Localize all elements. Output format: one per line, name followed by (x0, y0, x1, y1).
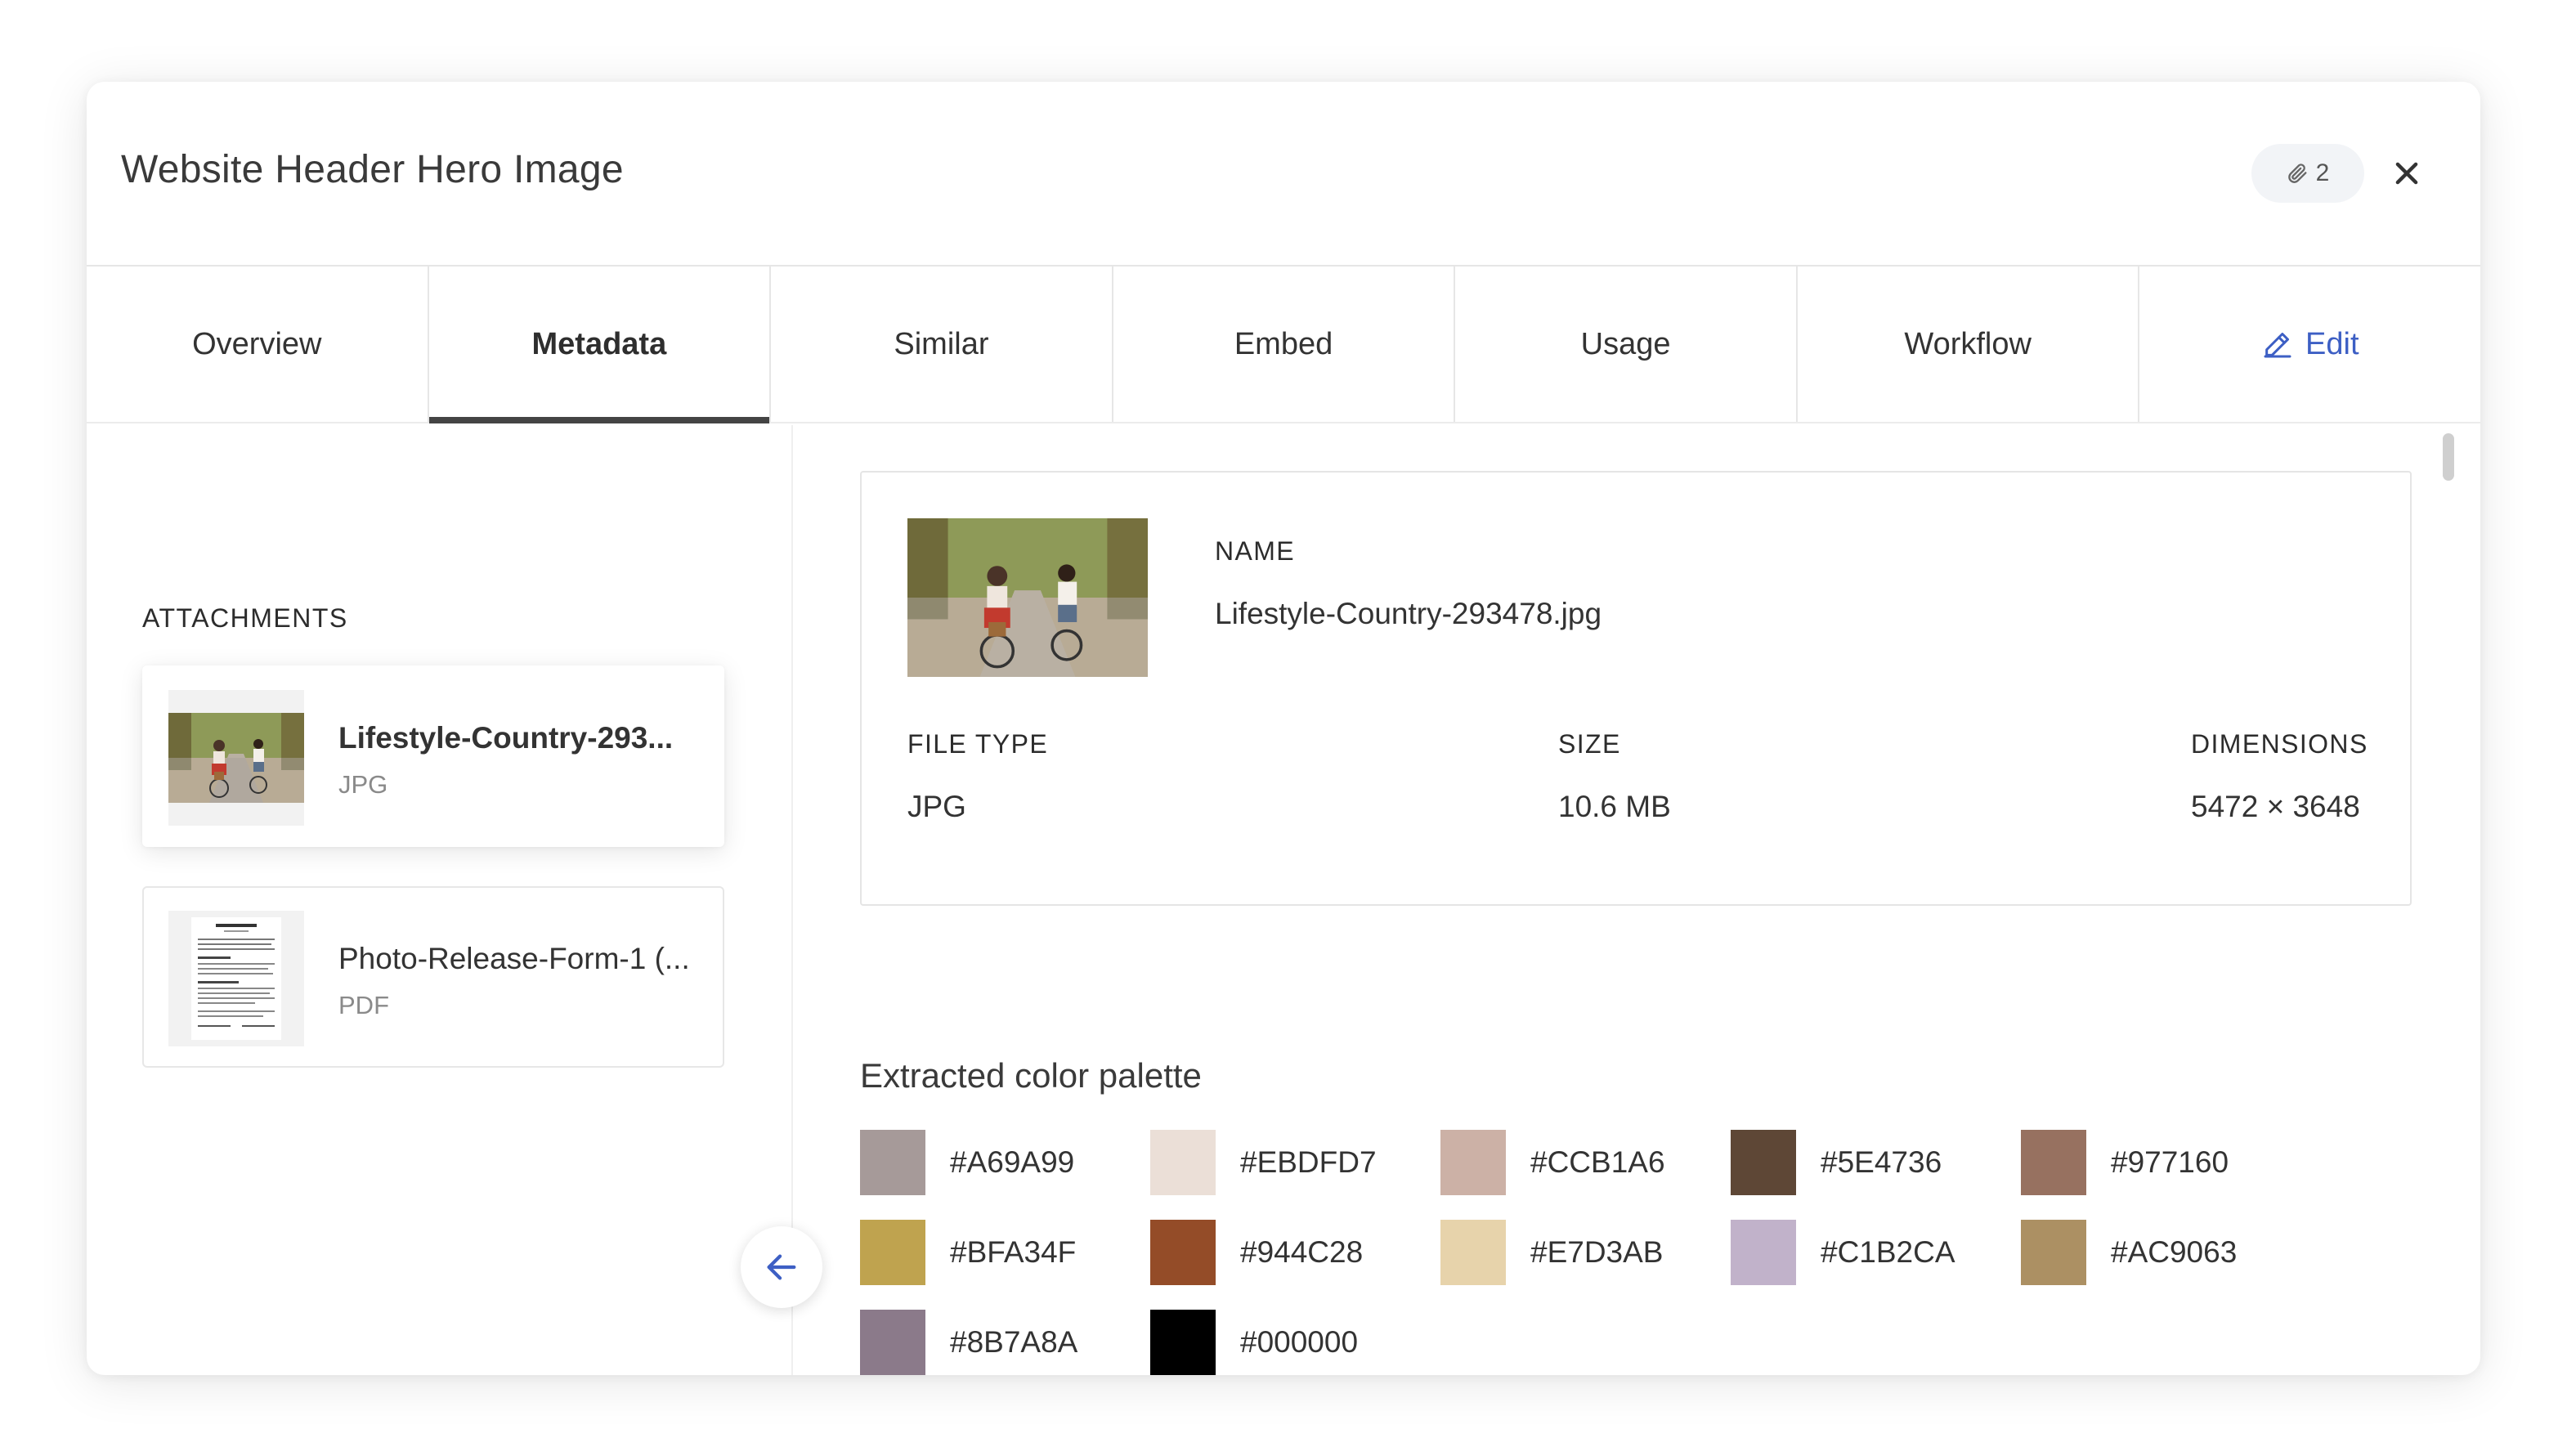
tab-embed[interactable]: Embed (1113, 267, 1456, 422)
color-swatch-item: #AC9063 (2021, 1220, 2237, 1285)
attachment-item[interactable]: Lifestyle-Country-293... JPG (142, 665, 724, 847)
color-swatch (860, 1130, 925, 1195)
color-swatch-item: #000000 (1150, 1310, 1358, 1375)
attachment-name: Lifestyle-Country-293... (338, 721, 674, 755)
color-swatch (860, 1310, 925, 1375)
dimensions-value: 5472 × 3648 (2191, 790, 2360, 823)
color-swatch (1150, 1130, 1216, 1195)
color-hex: #AC9063 (2111, 1235, 2238, 1269)
file-type-label: FILE TYPE (907, 729, 1049, 759)
color-swatch-item: #5E4736 (1731, 1130, 1942, 1195)
collapse-panel-button[interactable] (741, 1226, 822, 1308)
attachments-panel: ATTACHMENTS Lifestyle-Country-293... JPG… (87, 425, 793, 1375)
pdf-page-thumbnail (191, 917, 281, 1040)
tab-label: Similar (894, 326, 989, 361)
dimensions-label: DIMENSIONS (2191, 729, 2368, 759)
file-type-value: JPG (907, 790, 966, 823)
tab-label: Metadata (531, 326, 667, 361)
tab-label: Usage (1580, 326, 1671, 361)
color-swatch (1440, 1130, 1506, 1195)
arrow-left-icon (767, 1254, 796, 1280)
attachment-type: PDF (338, 991, 389, 1019)
pencil-icon (2264, 333, 2291, 358)
color-swatch-item: #C1B2CA (1731, 1220, 1955, 1285)
color-swatch-item: #EBDFD7 (1150, 1130, 1377, 1195)
metadata-panel: NAME Lifestyle-Country-293478.jpg FILE T… (795, 425, 2480, 1375)
tab-similar[interactable]: Similar (771, 267, 1113, 422)
color-hex: #944C28 (1240, 1235, 1364, 1269)
tab-bar: Overview Metadata Similar Embed Usage Wo… (87, 267, 2480, 423)
tab-label: Workflow (1904, 326, 2032, 361)
color-swatch (2021, 1220, 2086, 1285)
color-swatch (1440, 1220, 1506, 1285)
modal-header: Website Header Hero Image 2 (87, 82, 2480, 267)
color-swatch-item: #977160 (2021, 1130, 2229, 1195)
photo-thumbnail-image (168, 713, 304, 803)
document-thumbnail (168, 911, 304, 1046)
color-swatch (1150, 1220, 1216, 1285)
color-hex: #977160 (2111, 1145, 2229, 1179)
tab-label: Overview (192, 326, 322, 361)
color-swatch-item: #BFA34F (860, 1220, 1076, 1285)
asset-detail-modal: Website Header Hero Image 2 Overview Met… (87, 82, 2480, 1375)
color-hex: #C1B2CA (1821, 1235, 1955, 1269)
color-swatch-item: #E7D3AB (1440, 1220, 1664, 1285)
color-swatch (1731, 1130, 1796, 1195)
tab-usage[interactable]: Usage (1455, 267, 1798, 422)
edit-label: Edit (2305, 326, 2359, 361)
color-hex: #EBDFD7 (1240, 1145, 1377, 1179)
tab-workflow[interactable]: Workflow (1798, 267, 2140, 422)
attachment-count-badge[interactable]: 2 (2251, 144, 2364, 203)
attachment-item[interactable]: Photo-Release-Form-1 (... PDF (142, 886, 724, 1068)
name-label: NAME (1215, 536, 1296, 566)
close-button[interactable] (2381, 147, 2433, 199)
color-hex: #A69A99 (950, 1145, 1075, 1179)
paperclip-icon (2287, 164, 2307, 183)
color-swatch (1150, 1310, 1216, 1375)
close-icon (2395, 162, 2418, 185)
size-label: SIZE (1558, 729, 1621, 759)
color-hex: #E7D3AB (1530, 1235, 1664, 1269)
color-hex: #8B7A8A (950, 1325, 1078, 1359)
tab-label: Embed (1234, 326, 1333, 361)
attachments-heading: ATTACHMENTS (142, 603, 348, 633)
size-value: 10.6 MB (1558, 790, 1671, 823)
color-hex: #BFA34F (950, 1235, 1077, 1269)
color-hex: #000000 (1240, 1325, 1359, 1359)
tab-metadata[interactable]: Metadata (428, 267, 772, 423)
name-value: Lifestyle-Country-293478.jpg (1215, 597, 1602, 630)
color-swatch-item: #CCB1A6 (1440, 1130, 1665, 1195)
color-hex: #5E4736 (1821, 1145, 1942, 1179)
color-swatch (860, 1220, 925, 1285)
file-preview-image (907, 518, 1148, 677)
scrollbar-thumb[interactable] (2443, 433, 2454, 481)
edit-button[interactable]: Edit (2139, 267, 2480, 422)
tab-overview[interactable]: Overview (87, 267, 429, 422)
file-details-card: NAME Lifestyle-Country-293478.jpg FILE T… (860, 471, 2412, 906)
image-thumbnail (168, 690, 304, 826)
attachment-count: 2 (2315, 159, 2330, 186)
color-swatch-item: #A69A99 (860, 1130, 1074, 1195)
color-hex: #CCB1A6 (1530, 1145, 1665, 1179)
color-swatch (1731, 1220, 1796, 1285)
color-swatch-item: #944C28 (1150, 1220, 1363, 1285)
modal-title: Website Header Hero Image (121, 148, 624, 191)
attachment-type: JPG (338, 770, 388, 799)
palette-title: Extracted color palette (860, 1056, 1202, 1095)
color-swatch-item: #8B7A8A (860, 1310, 1077, 1375)
color-swatch (2021, 1130, 2086, 1195)
attachment-name: Photo-Release-Form-1 (... (338, 942, 690, 975)
photo-preview (907, 518, 1148, 677)
